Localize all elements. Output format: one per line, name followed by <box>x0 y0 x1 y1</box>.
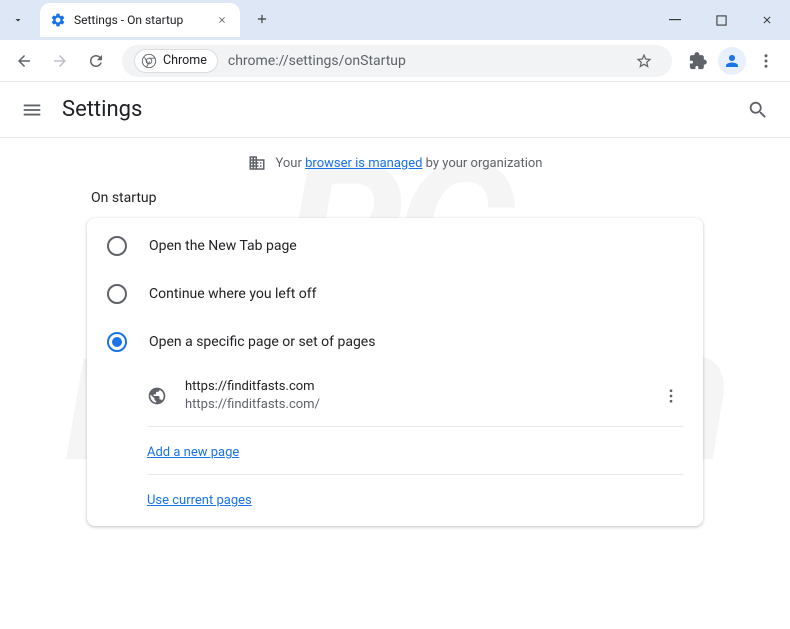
tab-title: Settings - On startup <box>74 13 206 27</box>
extension-icon <box>689 52 707 70</box>
radio-icon <box>107 284 127 304</box>
more-vert-icon <box>662 387 680 405</box>
tab-close-button[interactable] <box>214 12 230 28</box>
gear-icon <box>50 12 66 28</box>
settings-title: Settings <box>62 97 142 122</box>
arrow-left-icon <box>15 52 33 70</box>
nav-back-button[interactable] <box>8 45 40 77</box>
profile-button[interactable] <box>718 47 746 75</box>
option-specific-pages[interactable]: Open a specific page or set of pages <box>87 318 703 366</box>
startup-page-entry: https://finditfasts.com https://finditfa… <box>147 366 683 427</box>
option-label: Open a specific page or set of pages <box>149 334 375 350</box>
radio-icon <box>107 332 127 352</box>
chrome-icon <box>141 53 157 69</box>
radio-icon <box>107 236 127 256</box>
page-more-button[interactable] <box>659 384 683 408</box>
hamburger-icon <box>21 99 43 121</box>
site-chip[interactable]: Chrome <box>134 49 218 73</box>
option-continue[interactable]: Continue where you left off <box>87 270 703 318</box>
settings-header: Settings <box>0 82 790 138</box>
browser-toolbar: Chrome chrome://settings/onStartup <box>0 40 790 82</box>
option-label: Open the New Tab page <box>149 238 297 254</box>
window-close-button[interactable] <box>744 0 790 40</box>
building-icon <box>248 154 266 172</box>
tab-search-dropdown[interactable] <box>0 0 36 40</box>
new-tab-button[interactable] <box>248 5 276 33</box>
globe-icon <box>147 386 167 406</box>
person-icon <box>723 52 741 70</box>
plus-icon <box>255 12 269 26</box>
use-current-link[interactable]: Use current pages <box>147 493 252 508</box>
nav-forward-button[interactable] <box>44 45 76 77</box>
more-vert-icon <box>757 52 775 70</box>
nav-reload-button[interactable] <box>80 45 112 77</box>
maximize-icon <box>716 15 727 26</box>
managed-text: Your browser is managed by your organiza… <box>276 156 543 171</box>
close-icon <box>761 14 773 26</box>
option-new-tab[interactable]: Open the New Tab page <box>87 222 703 270</box>
option-label: Continue where you left off <box>149 286 317 302</box>
page-title-text: https://finditfasts.com <box>185 378 641 396</box>
reload-icon <box>87 52 105 70</box>
star-icon <box>635 52 653 70</box>
minimize-icon <box>669 14 681 26</box>
extensions-button[interactable] <box>682 45 714 77</box>
address-bar[interactable]: Chrome chrome://settings/onStartup <box>122 45 672 77</box>
window-titlebar: Settings - On startup <box>0 0 790 40</box>
section-title: On startup <box>87 190 703 206</box>
window-minimize-button[interactable] <box>652 0 698 40</box>
close-icon <box>217 15 227 25</box>
window-maximize-button[interactable] <box>698 0 744 40</box>
search-icon <box>747 99 769 121</box>
bookmark-button[interactable] <box>628 45 660 77</box>
page-url-text: https://finditfasts.com/ <box>185 396 641 414</box>
managed-banner: Your browser is managed by your organiza… <box>0 154 790 172</box>
startup-card: Open the New Tab page Continue where you… <box>87 218 703 526</box>
add-page-link[interactable]: Add a new page <box>147 445 239 460</box>
chevron-down-icon <box>12 14 24 26</box>
site-chip-label: Chrome <box>163 53 207 68</box>
url-text: chrome://settings/onStartup <box>228 53 406 69</box>
browser-tab[interactable]: Settings - On startup <box>40 3 240 37</box>
browser-menu-button[interactable] <box>750 45 782 77</box>
settings-menu-button[interactable] <box>20 98 44 122</box>
arrow-right-icon <box>51 52 69 70</box>
settings-search-button[interactable] <box>746 98 770 122</box>
managed-link[interactable]: browser is managed <box>305 156 422 171</box>
